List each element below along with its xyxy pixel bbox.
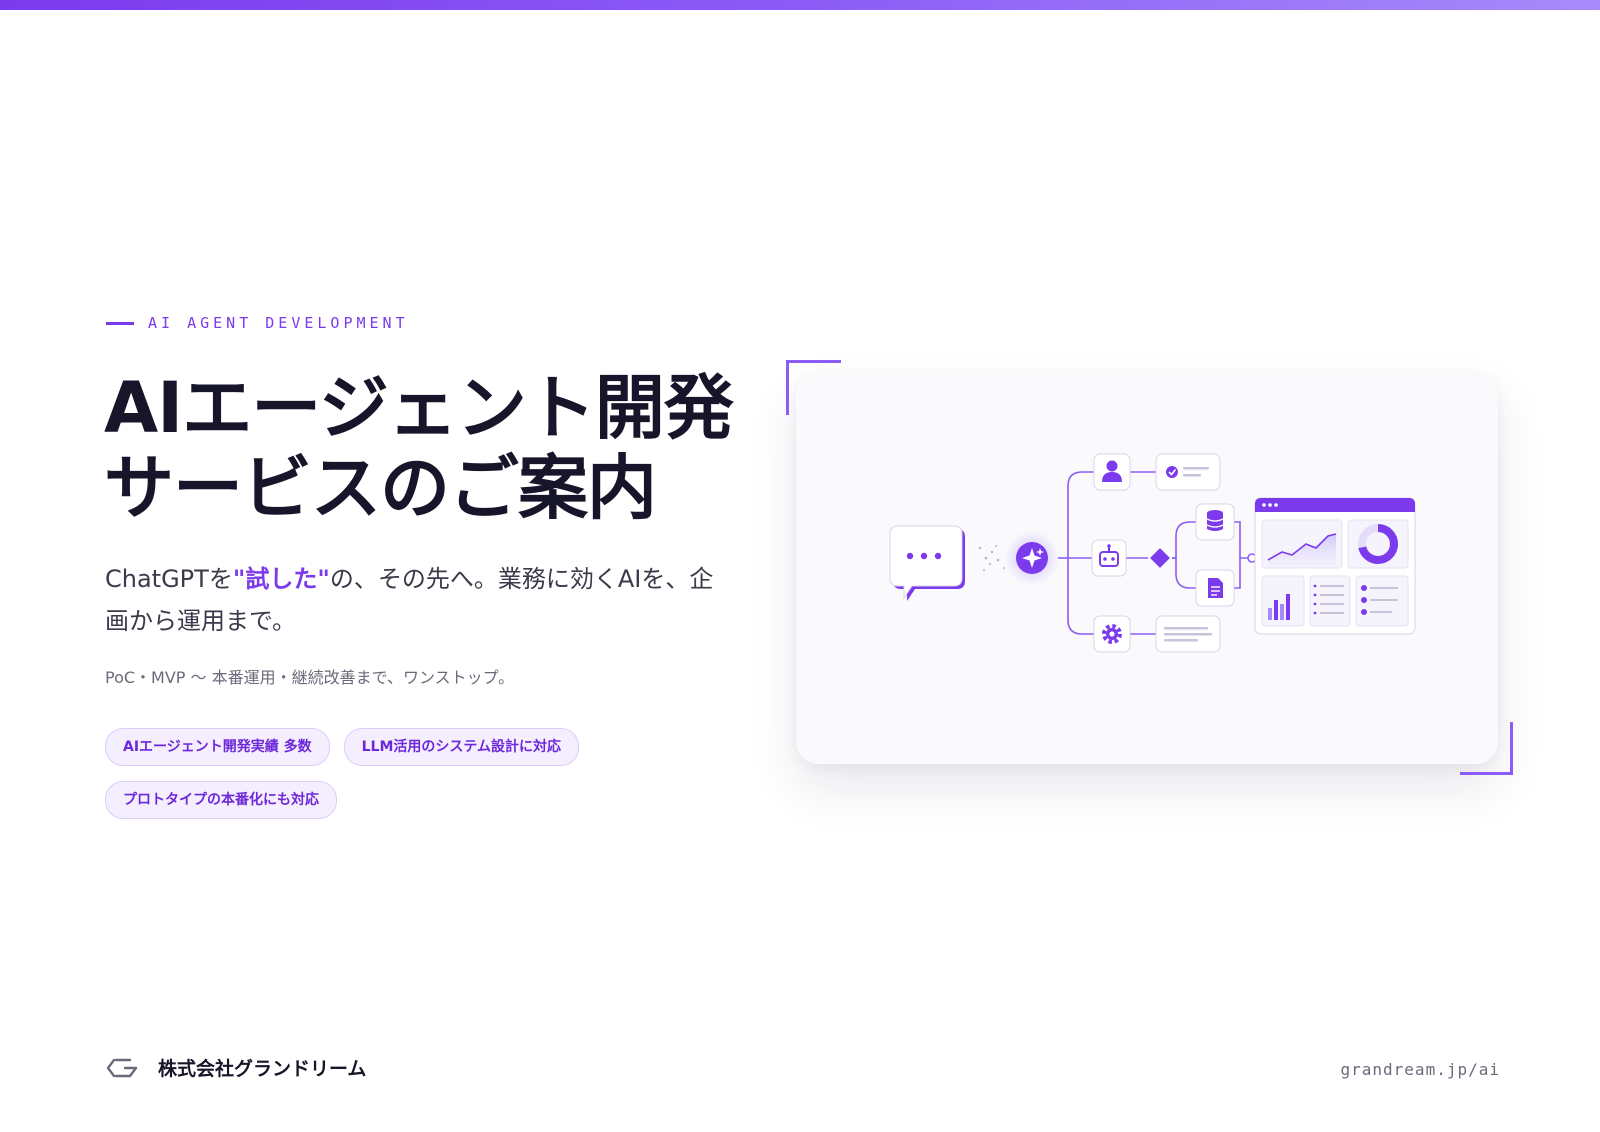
document-icon [1195,569,1235,607]
particle-dots [978,545,1005,571]
company-name: 株式会社グランドリーム [158,1058,367,1080]
check-card [1155,453,1221,491]
sparkle-icon [1004,530,1060,586]
decision-diamond [1150,548,1170,568]
chat-bubble-icon [889,525,965,601]
dashboard-icon [1254,497,1416,635]
lines-card [1155,615,1221,653]
database-icon [1195,503,1235,541]
robot-node [1091,539,1127,577]
connector-lines [1058,471,1252,635]
company-logo-icon [106,1058,138,1077]
user-node [1093,453,1131,491]
gear-node [1093,615,1131,653]
workflow-diagram [889,453,1416,653]
footer-url[interactable]: grandream.jp/ai [1341,1060,1501,1079]
footer-brand: 株式会社グランドリーム [106,1054,366,1081]
